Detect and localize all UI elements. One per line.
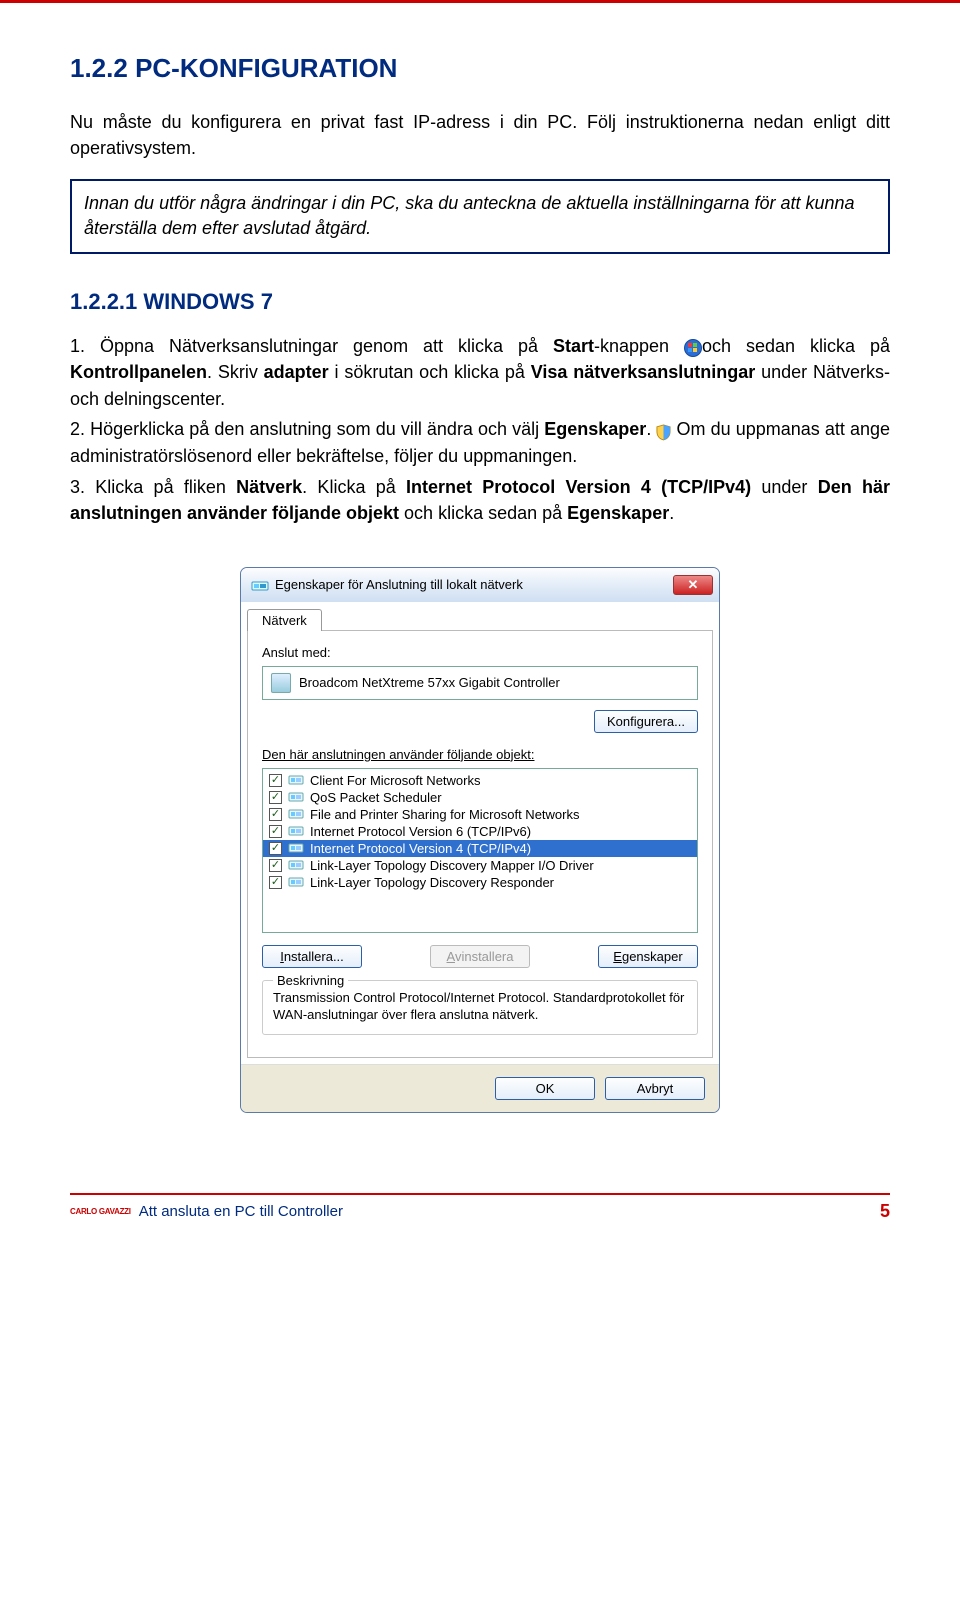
section-num: 1.2.2 (70, 53, 135, 83)
component-icon (288, 773, 304, 787)
checkbox[interactable]: ✓ (269, 859, 282, 872)
nic-icon (271, 673, 291, 693)
list-item[interactable]: ✓ Link-Layer Topology Discovery Mapper I/… (263, 857, 697, 874)
close-icon: ✕ (688, 577, 699, 593)
t: . Skriv (207, 362, 264, 382)
tab-panel: Anslut med: Broadcom NetXtreme 57xx Giga… (247, 630, 713, 1058)
step-3: 3. Klicka på fliken Nätverk. Klicka på I… (70, 474, 890, 527)
list-item[interactable]: ✓ Internet Protocol Version 4 (TCP/IPv4) (263, 840, 697, 857)
list-item-label: Client For Microsoft Networks (310, 773, 480, 788)
configure-button[interactable]: Konfigurera... (594, 710, 698, 733)
properties-button[interactable]: Egenskaper (598, 945, 698, 968)
windows-start-icon (684, 338, 702, 356)
list-item-label: QoS Packet Scheduler (310, 790, 442, 805)
adapter-name: Broadcom NetXtreme 57xx Gigabit Controll… (299, 675, 560, 690)
component-icon (288, 790, 304, 804)
t: -knappen (594, 336, 684, 356)
uac-shield-icon (656, 422, 671, 439)
cancel-button[interactable]: Avbryt (605, 1077, 705, 1100)
page-footer: CARLO GAVAZZI Att ansluta en PC till Con… (70, 1193, 890, 1222)
component-icon (288, 858, 304, 872)
description-legend: Beskrivning (273, 972, 348, 990)
t: 2. Högerklicka på den anslutning som du … (70, 419, 544, 439)
component-icon (288, 824, 304, 838)
list-item[interactable]: ✓ Internet Protocol Version 6 (TCP/IPv6) (263, 823, 697, 840)
list-item[interactable]: ✓ QoS Packet Scheduler (263, 789, 697, 806)
sub-c: 7 (255, 289, 273, 314)
component-icon (288, 875, 304, 889)
page-number: 5 (880, 1201, 890, 1222)
section-heading: 1.2.2 PC-KONFIGURATION (70, 53, 890, 84)
intro-para: Nu måste du konfigurera en privat fast I… (70, 109, 890, 161)
t: . (669, 503, 674, 523)
t: Visa nätverksanslutningar (531, 362, 756, 382)
dialog-titlebar[interactable]: Egenskaper för Anslutning till lokalt nä… (241, 568, 719, 602)
dialog-title: Egenskaper för Anslutning till lokalt nä… (275, 577, 673, 592)
t: och klicka sedan på (399, 503, 567, 523)
ok-button[interactable]: OK (495, 1077, 595, 1100)
t: Egenskaper (567, 503, 669, 523)
checkbox[interactable]: ✓ (269, 825, 282, 838)
t: under (751, 477, 818, 497)
list-item-label: Link-Layer Topology Discovery Responder (310, 875, 554, 890)
t: 3. Klicka på fliken (70, 477, 236, 497)
brand-logo: CARLO GAVAZZI (70, 1208, 131, 1215)
t: . Klicka på (302, 477, 406, 497)
t: . (646, 419, 656, 439)
sub-num: 1.2.2.1 (70, 289, 143, 314)
list-item-label: Internet Protocol Version 6 (TCP/IPv6) (310, 824, 531, 839)
list-item-label: Internet Protocol Version 4 (TCP/IPv4) (310, 841, 531, 856)
section-title-a: PC- (135, 53, 180, 83)
uses-label: Den här anslutningen använder följande o… (262, 747, 698, 762)
t: i sökrutan och klicka på (329, 362, 531, 382)
list-item-label: Link-Layer Topology Discovery Mapper I/O… (310, 858, 594, 873)
component-icon (288, 841, 304, 855)
list-item[interactable]: ✓ Link-Layer Topology Discovery Responder (263, 874, 697, 891)
connect-with-label: Anslut med: (262, 645, 698, 660)
checkbox[interactable]: ✓ (269, 876, 282, 889)
t: 1. Öppna Nätverksanslutningar genom att … (70, 336, 553, 356)
properties-dialog: Egenskaper för Anslutning till lokalt nä… (240, 567, 720, 1113)
checkbox[interactable]: ✓ (269, 791, 282, 804)
t: Internet Protocol Version 4 (TCP/IPv4) (406, 477, 751, 497)
description-text: Transmission Control Protocol/Internet P… (273, 990, 684, 1023)
t: Nätverk (236, 477, 302, 497)
sub-a: W (143, 289, 164, 314)
step-1: 1. Öppna Nätverksanslutningar genom att … (70, 333, 890, 413)
components-listbox[interactable]: ✓ Client For Microsoft Networks ✓ QoS Packe… (262, 768, 698, 933)
t: Egenskaper (544, 419, 646, 439)
checkbox[interactable]: ✓ (269, 808, 282, 821)
t: adapter (264, 362, 329, 382)
list-item[interactable]: ✓ Client For Microsoft Networks (263, 772, 697, 789)
uninstall-button: Avinstallera (430, 945, 530, 968)
network-adapter-icon (251, 576, 269, 594)
note-box: Innan du utför några ändringar i din PC,… (70, 179, 890, 253)
sub-heading: 1.2.2.1 WINDOWS 7 (70, 289, 890, 315)
checkbox[interactable]: ✓ (269, 774, 282, 787)
step-2: 2. Högerklicka på den anslutning som du … (70, 416, 890, 469)
list-item-label: File and Printer Sharing for Microsoft N… (310, 807, 579, 822)
sub-b: INDOWS (164, 289, 254, 314)
section-title-b: KONFIGURATION (180, 53, 398, 83)
description-group: Beskrivning Transmission Control Protoco… (262, 980, 698, 1035)
adapter-box: Broadcom NetXtreme 57xx Gigabit Controll… (262, 666, 698, 700)
tab-network[interactable]: Nätverk (247, 609, 322, 631)
t: Start (553, 336, 594, 356)
t: Kontrollpanelen (70, 362, 207, 382)
close-button[interactable]: ✕ (673, 575, 713, 595)
checkbox[interactable]: ✓ (269, 842, 282, 855)
t: och sedan klicka på (702, 336, 890, 356)
footer-title: Att ansluta en PC till Controller (139, 1203, 343, 1220)
install-button[interactable]: Installera... (262, 945, 362, 968)
list-item[interactable]: ✓ File and Printer Sharing for Microsoft … (263, 806, 697, 823)
component-icon (288, 807, 304, 821)
